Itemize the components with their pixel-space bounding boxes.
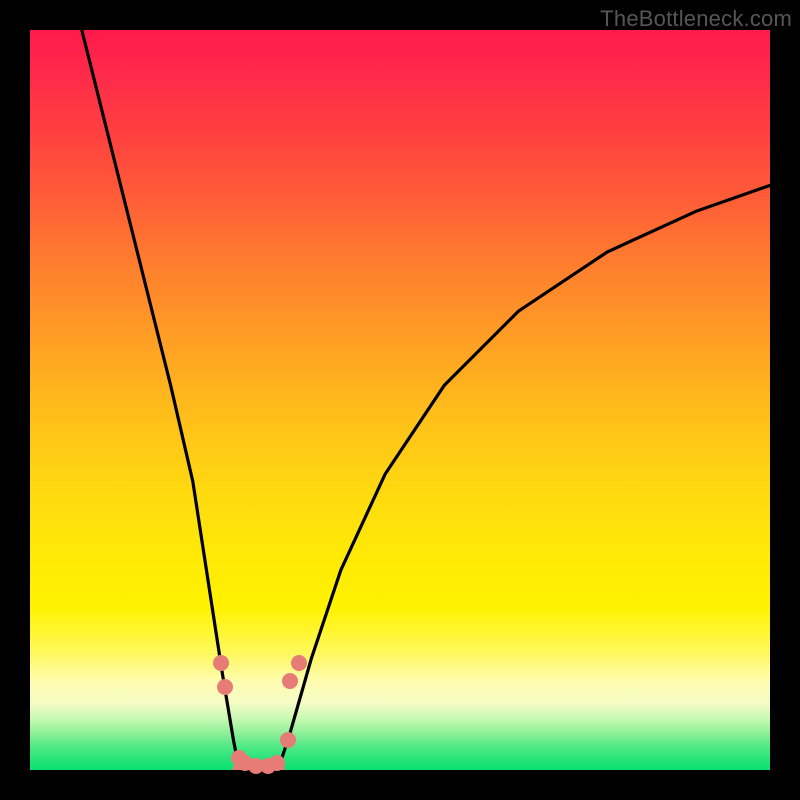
highlight-marker	[269, 755, 285, 771]
plot-background-gradient	[30, 30, 770, 770]
highlight-marker	[280, 732, 296, 748]
highlight-marker	[217, 679, 233, 695]
plot-frame	[30, 30, 770, 770]
watermark-text: TheBottleneck.com	[600, 6, 792, 32]
highlight-marker	[282, 673, 298, 689]
highlight-marker	[213, 655, 229, 671]
highlight-marker	[291, 655, 307, 671]
